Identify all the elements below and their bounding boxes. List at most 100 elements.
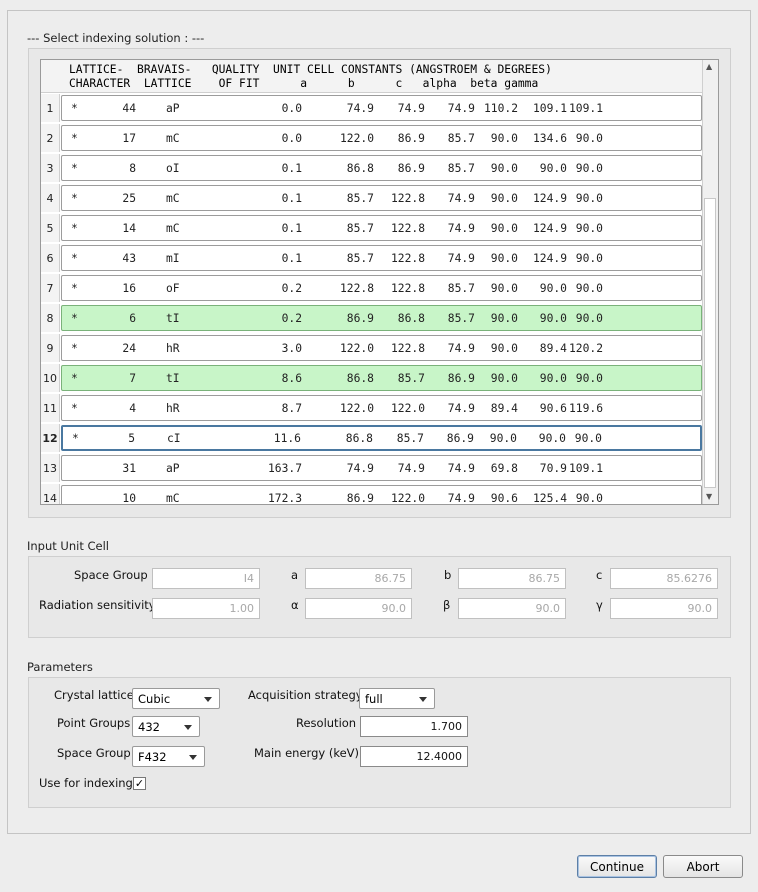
radiation-sensitivity-label: Radiation sensitivity [39,598,156,612]
row-number: 12 [41,424,60,452]
chevron-down-icon [419,697,427,702]
cell-c: 74.9 [447,462,475,475]
cell-q: 0.2 [281,282,302,295]
scroll-down-icon[interactable]: ▼ [706,492,712,501]
cell-bl: oF [166,282,180,295]
cell-q: 3.0 [281,342,302,355]
cell-beta: 89.4 [539,342,567,355]
cell-b: 86.9 [397,132,425,145]
row-number: 6 [41,244,60,272]
table-row[interactable]: * 4 hR 8.7 122.0 122.0 74.9 89.4 90.6 119.6 [61,395,702,421]
cell-q: 11.6 [273,432,301,445]
resolution-field[interactable]: 1.700 [360,716,468,737]
cell-lc: 24 [122,342,136,355]
cell-beta: 90.0 [539,312,567,325]
gamma-field[interactable]: 90.0 [610,598,718,619]
beta-label: β [443,598,451,612]
cell-lc: 7 [129,372,136,385]
cell-q: 0.2 [281,312,302,325]
cell-beta: 109.1 [532,102,567,115]
table-row[interactable]: 31 aP 163.7 74.9 74.9 74.9 69.8 70.9 109.1 [61,455,702,481]
cell-beta: 90.0 [539,372,567,385]
main-energy-field[interactable]: 12.4000 [360,746,468,767]
point-groups-dropdown[interactable]: 432 [132,716,200,737]
cell-b: 85.7 [396,432,424,445]
cell-a: 85.7 [346,192,374,205]
table-row[interactable]: * 8 oI 0.1 86.8 86.9 85.7 90.0 90.0 90.0 [61,155,702,181]
space-group-field[interactable]: I4 [152,568,260,589]
table-row[interactable]: * 7 tI 8.6 86.8 85.7 86.9 90.0 90.0 90.0 [61,365,702,391]
beta-field[interactable]: 90.0 [458,598,566,619]
cell-beta: 124.9 [532,252,567,265]
cell-alpha: 90.0 [490,222,518,235]
cell-gamma: 90.0 [575,132,603,145]
cell-lc: 4 [129,402,136,415]
chevron-down-icon [189,755,197,760]
table-scrollbar[interactable]: ▲ ▼ [702,60,718,504]
acquisition-strategy-dropdown[interactable]: full [359,688,435,709]
cell-a: 86.9 [346,492,374,505]
cell-star: * [71,342,78,355]
cell-b: 86.9 [397,162,425,175]
cell-star: * [71,252,78,265]
table-row[interactable]: * 43 mI 0.1 85.7 122.8 74.9 90.0 124.9 90.0 [61,245,702,271]
cell-bl: mC [166,492,180,505]
table-row[interactable]: * 14 mC 0.1 85.7 122.8 74.9 90.0 124.9 90.0 [61,215,702,241]
c-label: c [596,568,603,582]
scroll-thumb[interactable] [704,198,716,488]
table-row[interactable]: * 5 cI 11.6 86.8 85.7 86.9 90.0 90.0 90.0 [61,425,702,451]
b-label: b [444,568,452,582]
continue-button[interactable]: Continue [577,855,657,878]
use-for-indexing-checkbox[interactable]: ✓ [133,777,146,790]
cell-gamma: 90.0 [575,492,603,505]
row-number: 10 [41,364,60,392]
cell-b: 122.8 [390,282,425,295]
table-row[interactable]: * 17 mC 0.0 122.0 86.9 85.7 90.0 134.6 90.0 [61,125,702,151]
row-number: 11 [41,394,60,422]
cell-beta: 90.0 [538,432,566,445]
crystal-lattice-dropdown[interactable]: Cubic [132,688,220,709]
cell-c: 74.9 [447,192,475,205]
solutions-table: LATTICE- BRAVAIS- QUALITY UNIT CELL CONS… [40,59,719,505]
row-number: 3 [41,154,60,182]
cell-star: * [71,162,78,175]
table-row[interactable]: * 44 aP 0.0 74.9 74.9 74.9 110.2 109.1 109.1 [61,95,702,121]
space-group-dropdown[interactable]: F432 [132,746,205,767]
cell-bl: mC [166,222,180,235]
cell-lc: 8 [129,162,136,175]
cell-bl: mI [166,252,180,265]
table-row[interactable]: * 25 mC 0.1 85.7 122.8 74.9 90.0 124.9 90.0 [61,185,702,211]
cell-b: 86.8 [397,312,425,325]
table-row[interactable]: * 24 hR 3.0 122.0 122.8 74.9 90.0 89.4 120.2 [61,335,702,361]
cell-alpha: 110.2 [483,102,518,115]
a-label: a [291,568,299,582]
acquisition-strategy-value: full [365,691,383,706]
cell-q: 0.1 [281,162,302,175]
cell-c: 74.9 [447,252,475,265]
table-row[interactable]: * 16 oF 0.2 122.8 122.8 85.7 90.0 90.0 90.0 [61,275,702,301]
cell-gamma: 90.0 [575,312,603,325]
crystal-lattice-value: Cubic [138,691,171,706]
cell-c: 85.7 [447,162,475,175]
cell-star: * [71,402,78,415]
c-field[interactable]: 85.6276 [610,568,718,589]
cell-alpha: 90.0 [490,282,518,295]
table-row[interactable]: * 6 tI 0.2 86.9 86.8 85.7 90.0 90.0 90.0 [61,305,702,331]
scroll-up-icon[interactable]: ▲ [706,62,712,71]
gamma-label: γ [596,598,603,612]
cell-alpha: 90.0 [490,342,518,355]
radiation-sensitivity-field[interactable]: 1.00 [152,598,260,619]
use-for-indexing-label: Use for indexing [39,776,133,790]
table-row[interactable]: 10 mC 172.3 86.9 122.0 74.9 90.6 125.4 90.0 [61,485,702,505]
a-field[interactable]: 86.75 [305,568,412,589]
abort-button[interactable]: Abort [663,855,743,878]
cell-b: 122.0 [390,402,425,415]
alpha-field[interactable]: 90.0 [305,598,412,619]
cell-alpha: 69.8 [490,462,518,475]
cell-bl: hR [166,342,180,355]
cell-alpha: 90.0 [489,432,517,445]
cell-q: 0.0 [281,132,302,145]
b-field[interactable]: 86.75 [458,568,566,589]
cell-alpha: 90.0 [490,372,518,385]
chevron-down-icon [184,725,192,730]
